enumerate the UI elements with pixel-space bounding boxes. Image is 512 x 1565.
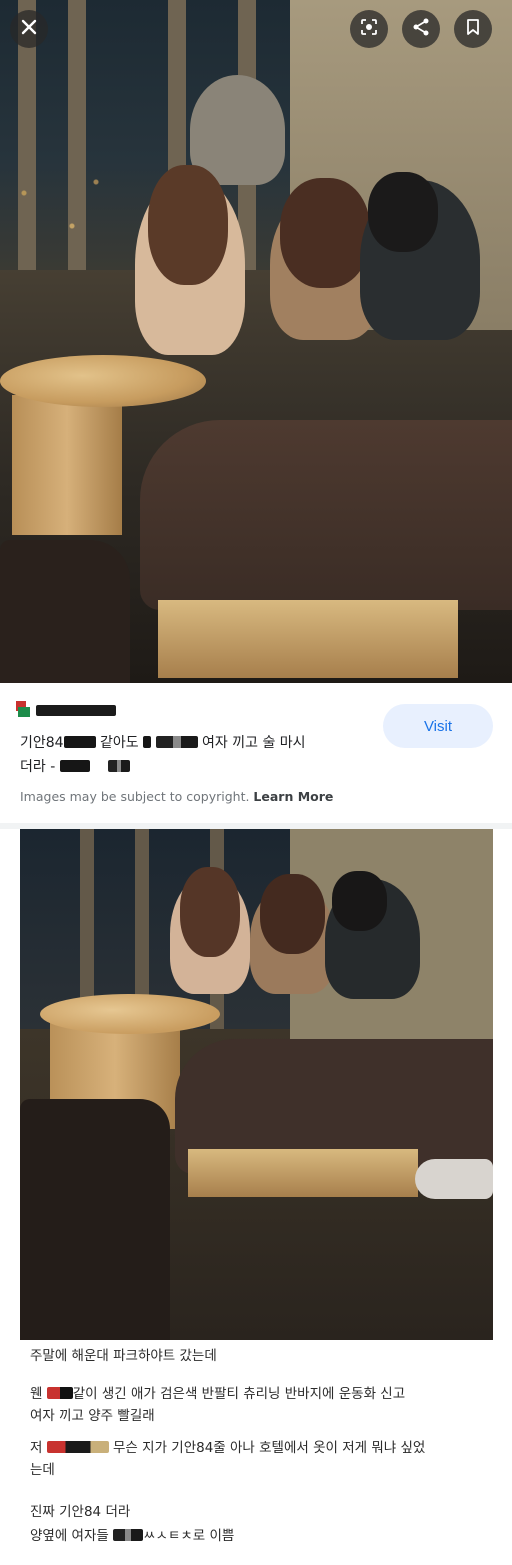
close-icon xyxy=(19,17,39,41)
comment-line: 진짜 기안84 더라 xyxy=(30,1502,130,1522)
bookmark-button[interactable] xyxy=(454,10,492,48)
comment-text: 웬 xyxy=(30,1386,43,1402)
result-title[interactable]: 기안84 같아도 여자 끼고 술 마시 xyxy=(20,733,306,753)
related-image[interactable] xyxy=(20,829,493,1340)
visit-label: Visit xyxy=(423,717,453,735)
comment-line: 여자 끼고 양주 빨길래 xyxy=(30,1406,155,1426)
share-button[interactable] xyxy=(402,10,440,48)
title-text: 더라 - xyxy=(20,759,56,775)
comment-line: 양옆에 여자들 ㅆㅅㅌㅊ로 이쁨 xyxy=(30,1526,234,1546)
redaction xyxy=(143,736,152,748)
title-text: 기안84 xyxy=(20,735,64,751)
copyright-text: Images may be subject to copyright. xyxy=(20,789,250,804)
comment-text: 여자 끼고 양주 빨길래 xyxy=(30,1408,155,1424)
table-top xyxy=(0,355,206,407)
close-button[interactable] xyxy=(10,10,48,48)
site-name-redacted xyxy=(36,705,116,716)
sofa-base xyxy=(158,600,458,678)
redaction xyxy=(63,736,96,748)
comment-text: ㅆㅅㅌㅊ로 이쁨 xyxy=(143,1528,235,1544)
comment-text: 양옆에 여자들 xyxy=(30,1528,109,1544)
dark-chair xyxy=(0,540,130,683)
hair xyxy=(180,867,240,957)
title-text: 같아도 xyxy=(100,735,139,751)
sneaker xyxy=(415,1159,493,1199)
lens-button[interactable] xyxy=(350,10,388,48)
bookmark-icon xyxy=(463,17,483,41)
comment-text: 같이 생긴 애가 검은색 반팔티 츄리닝 반바지에 운동화 신고 xyxy=(72,1386,406,1402)
result-card: 기안84 같아도 여자 끼고 술 마시 더라 - Images may be s… xyxy=(0,683,512,823)
sofa-base xyxy=(188,1149,418,1197)
redaction xyxy=(155,736,198,748)
comment-line: 는데 xyxy=(30,1460,55,1480)
table-leg xyxy=(12,395,122,535)
hair xyxy=(368,172,438,252)
title-text: 여자 끼고 술 마시 xyxy=(202,735,306,751)
redaction xyxy=(46,1387,73,1399)
redaction xyxy=(59,760,90,772)
hair xyxy=(148,165,228,285)
learn-more-link[interactable]: Learn More xyxy=(253,789,333,804)
redaction xyxy=(46,1441,109,1453)
hair xyxy=(260,874,325,954)
comment-text: 무슨 지가 기안84줄 아나 호텔에서 옷이 저게 뭐냐 싶었 xyxy=(113,1440,426,1456)
comment-text: 주말에 해운대 파크하야트 갔는데 xyxy=(30,1348,217,1364)
hair xyxy=(332,871,387,931)
visit-button[interactable]: Visit xyxy=(383,704,493,748)
comment-text-block: 주말에 해운대 파크하야트 갔는데 웬 같이 생긴 애가 검은색 반팔티 츄리닝… xyxy=(20,1340,493,1565)
comment-text: 저 xyxy=(30,1440,43,1456)
redaction xyxy=(113,1529,144,1541)
redaction xyxy=(108,760,131,772)
comment-text: 진짜 기안84 더라 xyxy=(30,1504,131,1520)
result-title-line2[interactable]: 더라 - xyxy=(20,757,131,777)
comment-text: 는데 xyxy=(30,1462,55,1478)
sofa xyxy=(140,420,512,610)
comment-line: 저 무슨 지가 기안84줄 아나 호텔에서 옷이 저게 뭐냐 싶었 xyxy=(30,1438,425,1458)
comment-line: 주말에 해운대 파크하야트 갔는데 xyxy=(30,1346,217,1366)
comment-line: 웬 같이 생긴 애가 검은색 반팔티 츄리닝 반바지에 운동화 신고 xyxy=(30,1384,405,1404)
copyright-notice: Images may be subject to copyright. Lear… xyxy=(20,789,333,804)
main-image[interactable] xyxy=(0,0,512,683)
table-top xyxy=(40,994,220,1034)
city-lights xyxy=(0,160,120,270)
dark-chair xyxy=(20,1099,170,1340)
lens-icon xyxy=(359,17,379,41)
hair xyxy=(280,178,370,288)
share-icon xyxy=(411,17,431,41)
